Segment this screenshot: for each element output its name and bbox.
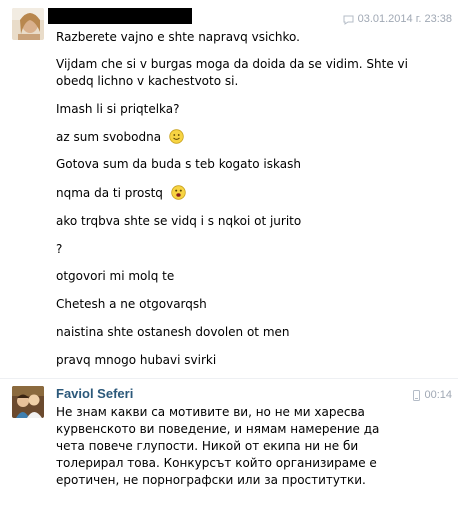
message-line-text: az sum svobodna — [56, 130, 162, 144]
sender-name[interactable]: Faviol Seferi — [56, 386, 133, 401]
message-line: obedq lichno v kachestvoto si. — [56, 74, 239, 88]
avatar[interactable] — [12, 386, 44, 418]
message-line: Imash li si priqtelka? — [56, 102, 180, 116]
message-line: naistina shte ostanesh dovolen ot men — [56, 325, 290, 339]
mobile-phone-icon — [413, 390, 421, 401]
redacted-sender-name — [48, 8, 192, 24]
message-divider — [0, 378, 458, 379]
message-2: Faviol Seferi 00:14 Не знам какви са мот… — [0, 380, 458, 515]
smile-emoji-icon — [169, 129, 184, 148]
message-line: Razberete vajno e shte napravq vsichko. — [56, 30, 300, 44]
message-meta: 00:14 — [413, 389, 452, 402]
message-date[interactable]: 03.01.2014 г. 23:38 — [358, 13, 452, 26]
message-line-with-emoji: nqma da ti prostq — [56, 185, 186, 204]
message-line: pravq mnogo hubavi svirki — [56, 353, 217, 367]
message-meta: 03.01.2014 г. 23:38 — [343, 13, 452, 26]
message-line: ? — [56, 242, 63, 256]
avatar[interactable] — [12, 8, 44, 40]
message-line: ako trqbva shte se vidq i s nqkoi ot jur… — [56, 214, 302, 228]
message-text: Не знам какви са мотивите ви, но не ми х… — [56, 405, 380, 487]
chat-bubble-icon — [343, 15, 354, 25]
message-line: Chetesh a ne otgovarqsh — [56, 297, 207, 311]
message-1: 03.01.2014 г. 23:38 Razberete vajno e sh… — [0, 0, 458, 380]
surprised-emoji-icon — [171, 185, 186, 204]
message-line: Gotova sum da buda s teb kogato iskash — [56, 157, 301, 171]
message-line: otgovori mi molq te — [56, 269, 175, 283]
message-line-text: nqma da ti prostq — [56, 186, 163, 200]
message-time[interactable]: 00:14 — [424, 389, 452, 402]
message-line-with-emoji: az sum svobodna — [56, 129, 184, 148]
message-line: Vijdam che si v burgas moga da doida da … — [56, 57, 408, 71]
